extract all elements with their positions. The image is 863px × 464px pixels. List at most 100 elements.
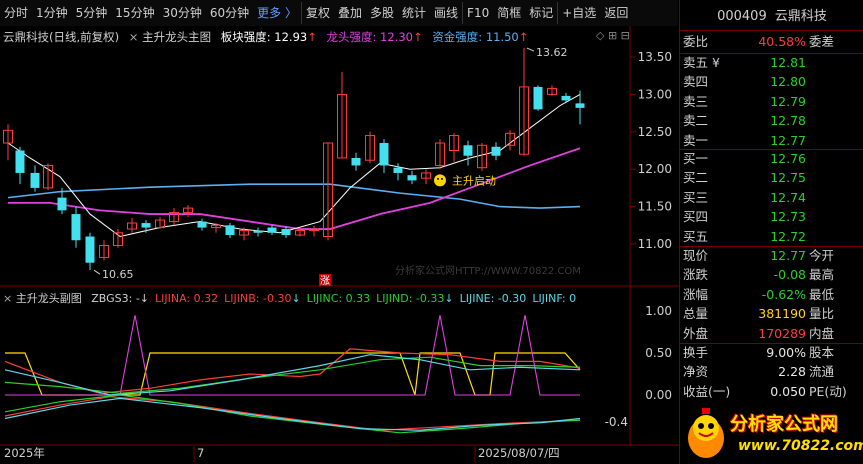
stat-label2: 量比 bbox=[809, 306, 835, 322]
bid-label: 买四 bbox=[683, 209, 709, 225]
stat-value: 12.77 bbox=[770, 248, 806, 263]
stat-value: 9.00% bbox=[766, 345, 806, 360]
stat-label2: 内盘 bbox=[809, 325, 835, 341]
brand-logo: 分析家公式网 www.70822.com bbox=[680, 400, 863, 464]
stat-row: 净资 2.28 流通 bbox=[680, 361, 863, 382]
toolbar-item[interactable]: 叠加 bbox=[334, 2, 366, 24]
panel-controls[interactable]: ◇ ⊞ ⊟ bbox=[596, 29, 630, 42]
stat-row: 换手 9.00% 股本 bbox=[680, 342, 863, 363]
bid-value: 12.72 bbox=[770, 228, 806, 244]
toolbar-item[interactable]: 返回 bbox=[600, 2, 632, 24]
sub-indicator-value: LIJINB: -0.30 bbox=[224, 292, 292, 305]
toolbar-item[interactable]: 1分钟 bbox=[32, 2, 72, 24]
date-axis-label: 2025/08/07/四 bbox=[478, 446, 560, 460]
stat-row: 涨幅 -0.62% 最低 bbox=[680, 284, 863, 305]
ask-value: 12.78 bbox=[770, 113, 806, 129]
down-arrow-icon: ↓ bbox=[139, 292, 150, 305]
stat-row: 涨跌 -0.08 最高 bbox=[680, 264, 863, 285]
candle-body bbox=[407, 175, 417, 181]
main-chart-legend: 云鼎科技(日线,前复权) × 主升龙头主图 板块强度: 12.93 ↑ 龙头强度:… bbox=[3, 29, 528, 45]
toolbar-item[interactable]: 复权 bbox=[300, 2, 334, 24]
sub-tick-label: 0.50 bbox=[645, 346, 672, 360]
toolbar-item[interactable]: 简框 bbox=[493, 2, 525, 24]
leader-strength-value: 12.30 bbox=[380, 30, 413, 44]
stat-label: 总量 bbox=[683, 306, 709, 322]
sub-chart-close-icon[interactable]: × bbox=[3, 292, 12, 305]
indicator-name[interactable]: 主升龙头主图 bbox=[142, 30, 211, 44]
stock-title: 云鼎科技(日线,前复权) bbox=[3, 30, 120, 44]
candle-body bbox=[253, 230, 263, 233]
toolbar-item[interactable]: +自选 bbox=[557, 2, 600, 24]
sub-tick-label: -0.4 bbox=[605, 415, 628, 429]
ask-row: 卖三 12.79 bbox=[680, 91, 863, 112]
stat-label2: 最低 bbox=[809, 286, 835, 302]
ask-label: 卖四 bbox=[683, 74, 709, 90]
price-tick-label: 13.00 bbox=[638, 87, 672, 101]
chart-area[interactable]: 13.50 13.00 12.50 12.00 11.50 11.00 13.62 10.65… bbox=[0, 26, 679, 464]
sub-indicator-value: LIJINC: 0.33 bbox=[306, 292, 371, 305]
sub-chart-title[interactable]: 主升龙头副图 bbox=[16, 292, 82, 305]
toolbar-item[interactable]: 多股 bbox=[366, 2, 398, 24]
watermark-text: 分析家公式网HTTP://WWW.70822.COM bbox=[395, 264, 581, 277]
stat-label: 净资 bbox=[683, 364, 709, 380]
order-ratio-value: 40.58% bbox=[758, 34, 806, 49]
candle-body bbox=[463, 145, 473, 156]
quote-panel: 000409 云鼎科技 委比 40.58% 委差 卖五 ¥ 12.81 卖四 12.8… bbox=[679, 0, 863, 464]
stat-row: 外盘 170289 内盘 bbox=[680, 323, 863, 344]
stat-value: 2.28 bbox=[778, 364, 806, 380]
sub-indicator-value: ZBGS3: - bbox=[91, 292, 140, 305]
candle-body bbox=[491, 146, 501, 156]
bid-label: 买三 bbox=[683, 189, 709, 205]
stat-value: 381190 bbox=[758, 306, 806, 322]
toolbar-item[interactable]: 标记 bbox=[525, 2, 557, 24]
down-arrow-icon: ↓ bbox=[291, 292, 301, 305]
period-toolbar: 分时 1分钟 5分钟 15分钟 30分钟 60分钟 更多 〉复权 叠加 多股 统计 画线 F10 简框标… bbox=[0, 0, 678, 27]
low-price-label: 10.65 bbox=[102, 268, 134, 281]
ask-value: 12.79 bbox=[770, 93, 806, 109]
toolbar-item[interactable]: 30分钟 bbox=[159, 2, 206, 24]
bid-label: 买二 bbox=[683, 170, 709, 186]
toolbar-item[interactable]: 5分钟 bbox=[72, 2, 112, 24]
toolbar-item[interactable]: F10 bbox=[462, 2, 493, 24]
order-ratio-row: 委比 40.58% 委差 bbox=[680, 31, 863, 52]
robot-mascot-icon bbox=[688, 408, 724, 458]
sector-strength-label: 板块强度: bbox=[220, 30, 271, 44]
sector-strength-value: 12.93 bbox=[274, 30, 308, 44]
stat-label: 现价 bbox=[683, 248, 709, 263]
candle-body bbox=[533, 86, 543, 110]
smiley-icon-eye bbox=[441, 177, 443, 180]
stat-label2: 今开 bbox=[809, 248, 835, 263]
date-axis-label: 7 bbox=[197, 446, 204, 460]
toolbar-item[interactable]: 分时 bbox=[0, 2, 32, 24]
bid-row: 买五 12.72 bbox=[680, 226, 863, 247]
toolbar-item[interactable]: 画线 bbox=[430, 2, 462, 24]
stat-label2: 最高 bbox=[809, 267, 835, 283]
sub-tick-label: 1.00 bbox=[645, 304, 672, 318]
stat-label: 收益(一) bbox=[683, 383, 731, 399]
logo-url: www.70822.com bbox=[738, 438, 863, 454]
toolbar-item[interactable]: 更多 〉 bbox=[253, 2, 301, 24]
candle-body bbox=[281, 229, 291, 236]
candle-body bbox=[267, 227, 277, 233]
ask-label: 卖三 bbox=[683, 93, 709, 109]
candle-body bbox=[71, 214, 81, 241]
candle-body bbox=[379, 143, 389, 166]
candle-body bbox=[85, 236, 95, 263]
up-arrow-icon: ↑ bbox=[412, 30, 423, 44]
limit-up-label: 涨 bbox=[320, 275, 330, 287]
fund-strength-value: 11.50 bbox=[485, 30, 519, 44]
toolbar-item[interactable]: 统计 bbox=[398, 2, 430, 24]
down-arrow-icon: ↓ bbox=[444, 292, 454, 305]
price-tick-label: 12.50 bbox=[638, 125, 672, 139]
toolbar-item[interactable]: 15分钟 bbox=[111, 2, 158, 24]
stat-value: -0.62% bbox=[761, 286, 806, 302]
candle-body bbox=[561, 95, 571, 101]
high-price-label: 13.62 bbox=[536, 46, 568, 59]
sub-indicator-value: LIJIND: -0.33 bbox=[376, 292, 445, 305]
indicator-close-icon[interactable]: × bbox=[129, 30, 139, 44]
leader-strength-label: 龙头强度: bbox=[326, 30, 377, 44]
toolbar-item[interactable]: 60分钟 bbox=[206, 2, 253, 24]
date-axis-label: 2025年 bbox=[4, 446, 45, 460]
ask-value: 12.80 bbox=[770, 74, 806, 90]
stat-row: 收益(一) 0.050 PE(动) bbox=[680, 381, 863, 402]
